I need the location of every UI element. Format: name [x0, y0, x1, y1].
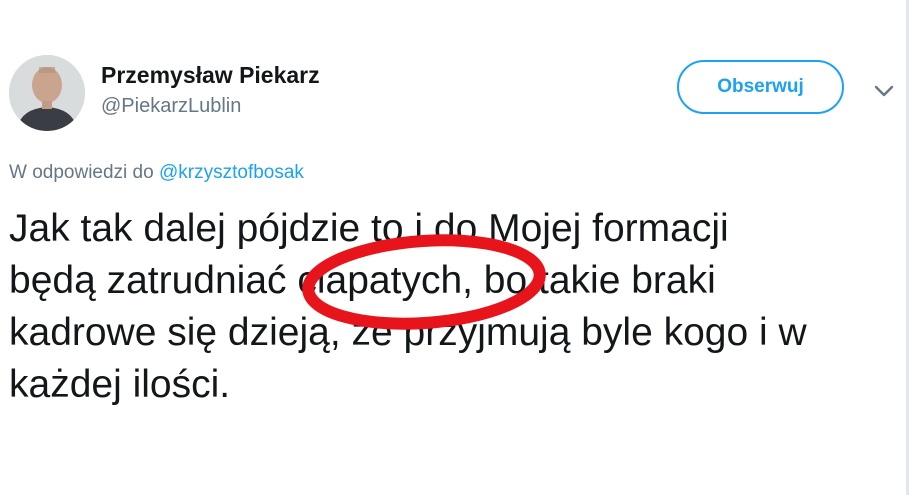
chevron-down-icon[interactable] — [873, 84, 895, 98]
tweet-text-line: będą zatrudniać ciapatych, bo takie brak… — [9, 259, 716, 302]
avatar-image — [9, 55, 85, 131]
tweet-text-line: każdej ilości. — [9, 363, 231, 406]
author-handle[interactable]: @PiekarzLublin — [101, 93, 320, 119]
avatar[interactable] — [9, 55, 85, 131]
reply-context: W odpowiedzi do @krzysztofbosak — [9, 161, 304, 185]
reply-mention-link[interactable]: @krzysztofbosak — [159, 162, 304, 183]
follow-button[interactable]: Obserwuj — [677, 60, 844, 114]
tweet-text-line: Jak tak dalej pójdzie to i do Mojej form… — [9, 207, 729, 250]
tweet-card: Przemysław Piekarz @PiekarzLublin Obserw… — [0, 0, 909, 495]
tweet-text-line: kadrowe się dzieją, że przyjmują byle ko… — [9, 311, 807, 354]
reply-context-prefix: W odpowiedzi do — [9, 162, 154, 183]
user-block: Przemysław Piekarz @PiekarzLublin — [101, 61, 320, 119]
tweet-text: Jak tak dalej pójdzie to i do Mojej form… — [9, 203, 909, 411]
author-display-name[interactable]: Przemysław Piekarz — [101, 61, 320, 89]
